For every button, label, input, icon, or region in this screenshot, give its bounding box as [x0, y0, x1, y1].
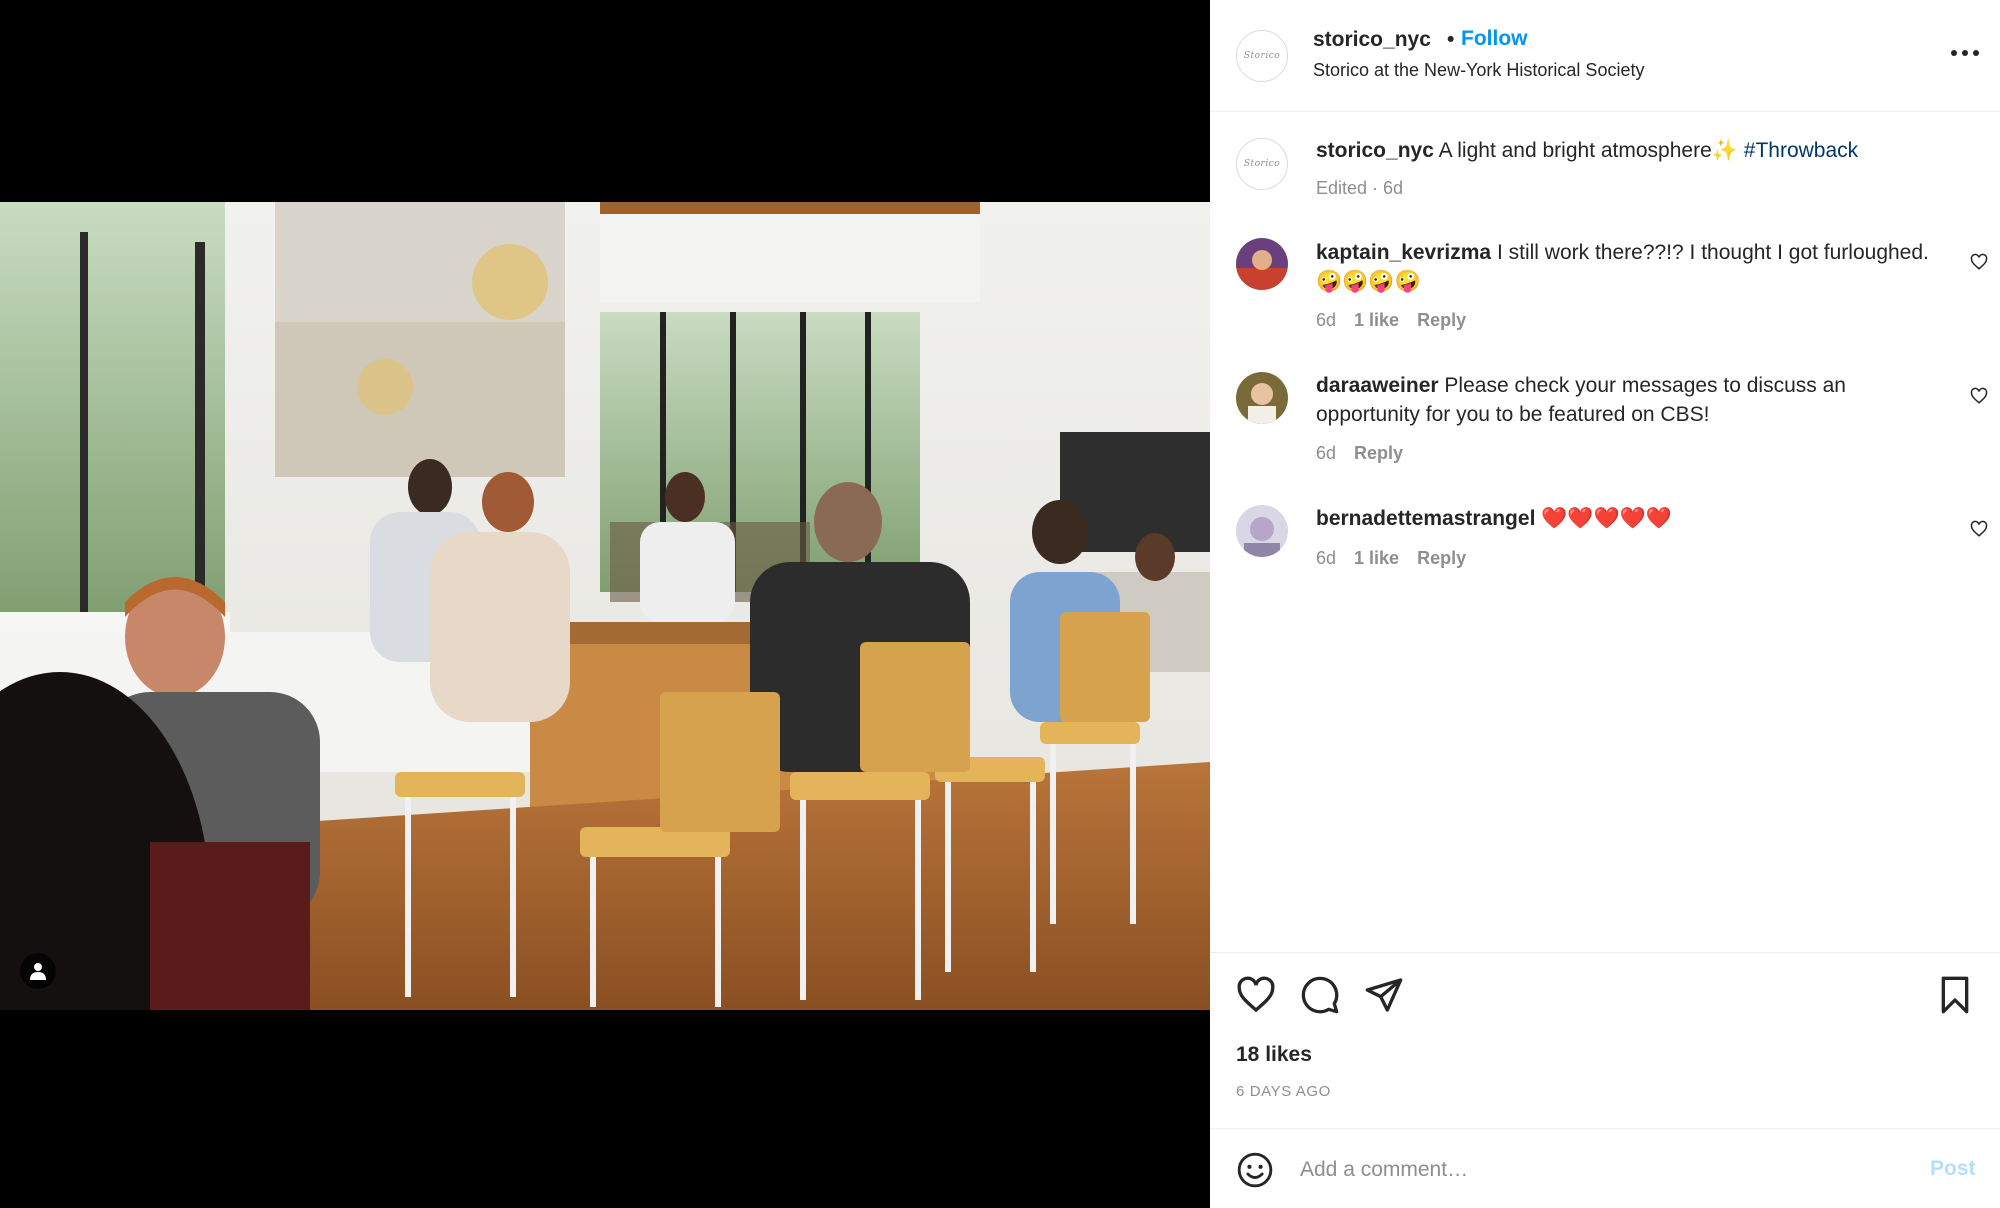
separator-dot: • — [1447, 28, 1455, 51]
comment-username[interactable]: bernadettemastrangel — [1316, 507, 1535, 530]
comment-meta: 6d 1 like Reply — [1316, 310, 1466, 331]
likes-count[interactable]: 18 likes — [1236, 1043, 1312, 1067]
comment-input[interactable] — [1300, 1154, 1860, 1186]
commenter-avatar[interactable] — [1236, 372, 1288, 424]
post-modal: Storico storico_nyc • Follow Storico at … — [0, 0, 2000, 1208]
caption-meta: Edited · 6d — [1316, 178, 1404, 198]
avatar-logo-text: Storico — [1243, 51, 1281, 61]
reply-button[interactable]: Reply — [1417, 548, 1466, 568]
comment-text: kaptain_kevrizma I still work there??!? … — [1316, 238, 1936, 296]
more-options-button[interactable] — [1945, 40, 1985, 70]
comment-time: 6d — [1316, 443, 1337, 463]
post-timestamp: 6 DAYS AGO — [1236, 1083, 1331, 1100]
comment-time: 6d — [1316, 548, 1337, 568]
caption-body: A light and bright atmosphere — [1438, 139, 1712, 162]
comment-body: ❤️❤️❤️❤️❤️ — [1541, 507, 1672, 530]
caption-username[interactable]: storico_nyc — [1316, 139, 1434, 162]
comment-like-icon[interactable] — [1970, 387, 1988, 405]
post-actions: 18 likes 6 DAYS AGO — [1210, 952, 2000, 1128]
comment-likes[interactable]: 1 like — [1354, 310, 1399, 330]
comment-meta: 6d Reply — [1316, 443, 1403, 464]
hashtag-link[interactable]: #Throwback — [1744, 139, 1858, 162]
caption-author-avatar[interactable]: Storico — [1236, 138, 1288, 190]
post-photo[interactable] — [0, 202, 1210, 1010]
emoji-icon[interactable] — [1236, 1151, 1274, 1189]
comment-like-icon[interactable] — [1970, 520, 1988, 538]
author-avatar[interactable]: Storico — [1236, 30, 1288, 82]
comment-text: bernadettemastrangel ❤️❤️❤️❤️❤️ — [1316, 504, 1936, 533]
comment-meta: 6d 1 like Reply — [1316, 548, 1466, 569]
restaurant-interior-image — [0, 202, 1210, 1010]
commenter-avatar[interactable] — [1236, 238, 1288, 290]
reply-button[interactable]: Reply — [1354, 443, 1403, 463]
post-comment-button[interactable]: Post — [1930, 1157, 1976, 1181]
comment-username[interactable]: daraaweiner — [1316, 374, 1439, 397]
follow-button[interactable]: Follow — [1461, 27, 1528, 51]
author-username[interactable]: storico_nyc — [1313, 28, 1431, 52]
comment-bubble-icon[interactable] — [1300, 975, 1340, 1015]
caption-text: storico_nyc A light and bright atmospher… — [1316, 136, 1936, 165]
post-header: Storico storico_nyc • Follow Storico at … — [1210, 0, 2000, 112]
comment-likes[interactable]: 1 like — [1354, 548, 1399, 568]
comment-text: daraaweiner Please check your messages t… — [1316, 371, 1936, 429]
add-comment-bar: Post — [1210, 1128, 2000, 1208]
commenter-avatar[interactable] — [1236, 505, 1288, 557]
more-dots-icon — [1951, 50, 1979, 56]
media-pane — [0, 0, 1210, 1208]
comment-username[interactable]: kaptain_kevrizma — [1316, 241, 1491, 264]
post-location[interactable]: Storico at the New-York Historical Socie… — [1313, 60, 1644, 81]
reply-button[interactable]: Reply — [1417, 310, 1466, 330]
comment-like-icon[interactable] — [1970, 253, 1988, 271]
avatar-logo-text: Storico — [1243, 159, 1281, 169]
user-tag-button[interactable] — [20, 953, 56, 989]
paper-plane-icon[interactable] — [1364, 975, 1404, 1015]
post-details-panel: Storico storico_nyc • Follow Storico at … — [1210, 0, 2000, 1208]
heart-icon[interactable] — [1236, 975, 1276, 1015]
comment-time: 6d — [1316, 310, 1337, 330]
bookmark-icon[interactable] — [1935, 975, 1975, 1015]
person-icon — [30, 963, 46, 980]
sparkle-emoji: ✨ — [1711, 139, 1738, 162]
